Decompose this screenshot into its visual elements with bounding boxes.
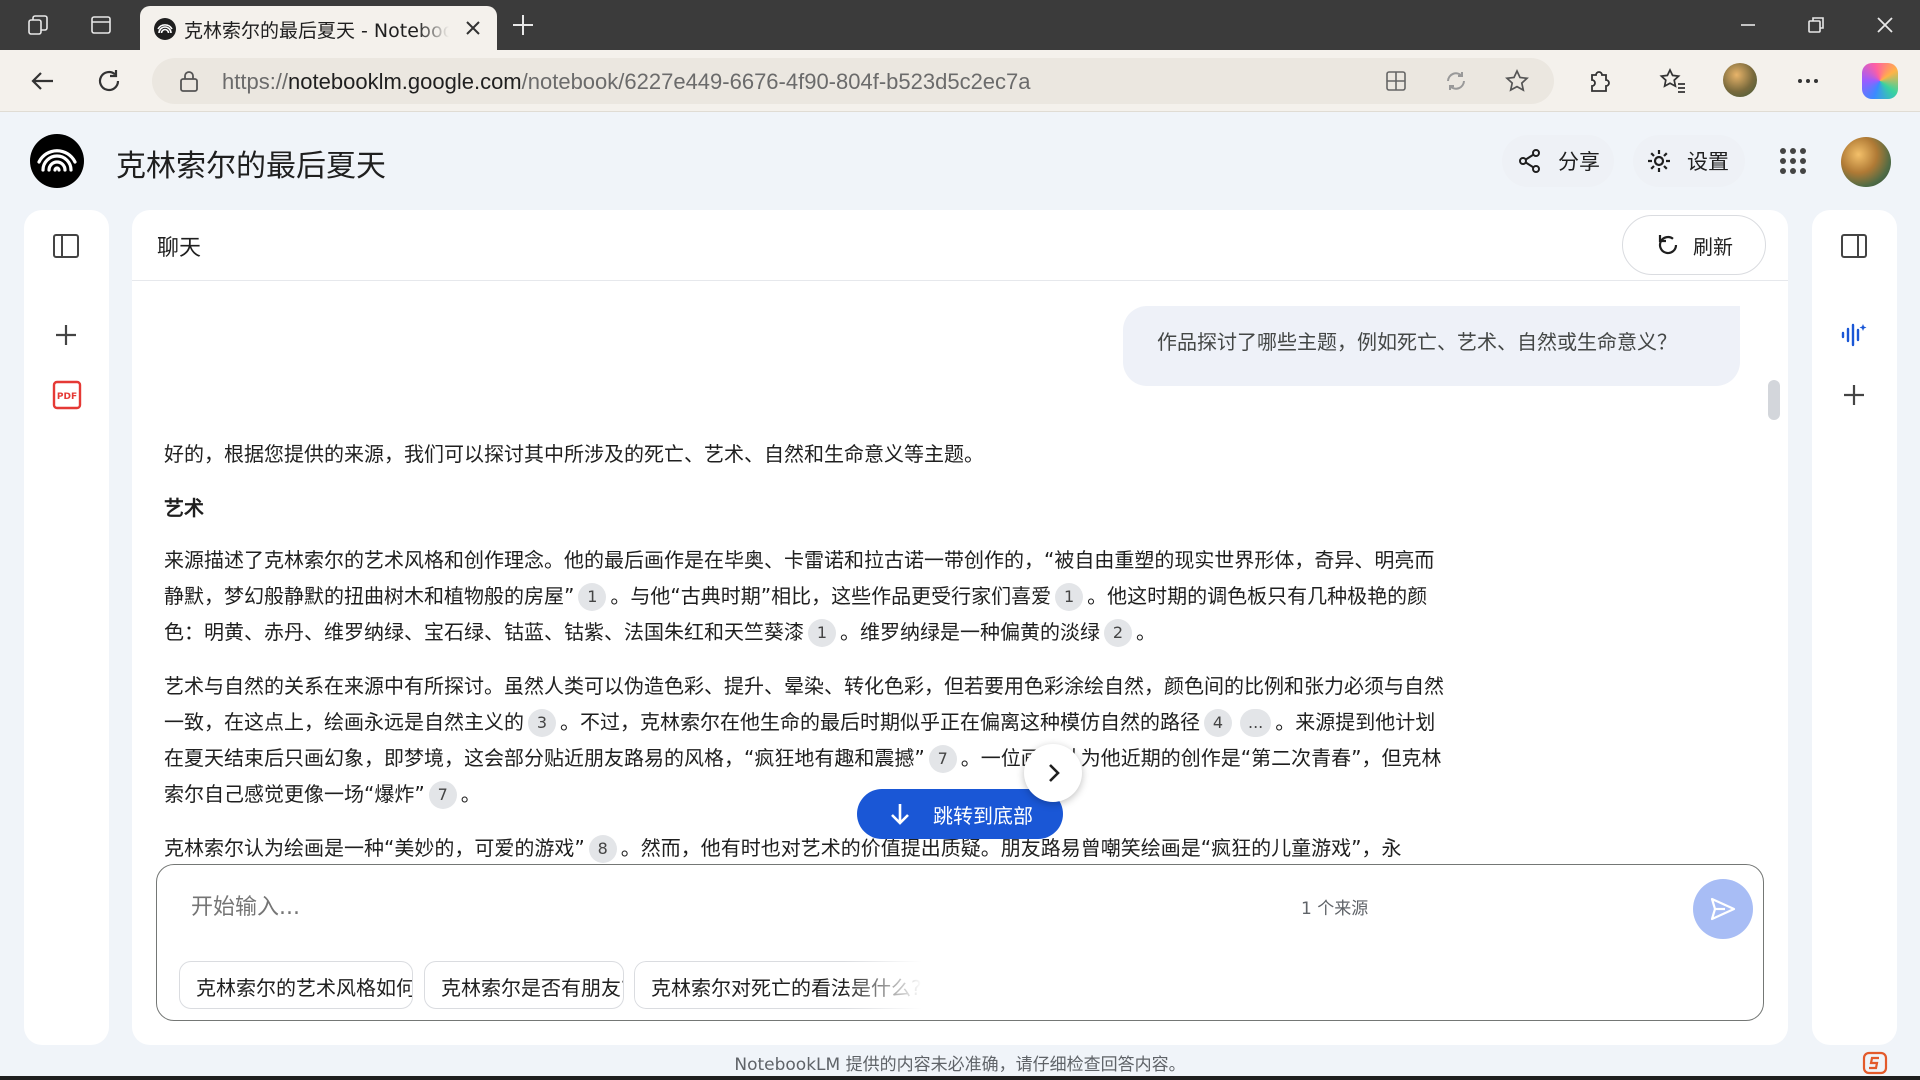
citation-chip[interactable]: 4 (1204, 709, 1232, 737)
settings-label: 设置 (1687, 150, 1729, 174)
taskbar-edge (0, 1076, 1920, 1080)
refresh-label: 刷新 (1693, 234, 1733, 259)
extensions-icon[interactable] (1584, 66, 1614, 96)
share-button[interactable]: 分享 (1502, 135, 1614, 187)
chevron-right-icon (1040, 760, 1066, 786)
citation-chip[interactable]: 8 (588, 835, 617, 863)
chat-scrollbar[interactable] (1768, 380, 1780, 420)
chat-panel: 聊天 刷新 作品探讨了哪些主题，例如死亡、艺术、自然或生命意义？ 好的，根据您提… (132, 210, 1788, 1045)
studio-panel (1812, 210, 1897, 1045)
tab-notebooklm[interactable]: 克林索尔的最后夏天 - NotebookLM (140, 6, 497, 51)
close-window-icon[interactable] (1874, 14, 1896, 36)
citation-chip[interactable]: 7 (428, 781, 457, 809)
answer-heading-art: 艺术 (164, 496, 204, 520)
jump-to-bottom-button[interactable]: 跳转到底部 (857, 789, 1063, 839)
user-question-text: 作品探讨了哪些主题，例如死亡、艺术、自然或生命意义？ (1157, 330, 1677, 354)
new-tab-icon[interactable] (510, 12, 536, 38)
answer-paragraph: 克林索尔认为绘画是一种“美妙的，可爱的游戏” 8 。然而，他有时也对艺术的价值提出质… (164, 830, 1444, 866)
minimize-icon[interactable] (1737, 14, 1759, 36)
address-bar[interactable]: https://notebooklm.google.com/notebook/6… (152, 58, 1554, 104)
back-icon[interactable] (28, 66, 58, 96)
citation-chip[interactable]: 1 (1055, 583, 1084, 611)
toggle-studio-panel-icon[interactable] (1839, 231, 1869, 261)
citation-chip[interactable]: 1 (578, 583, 607, 611)
jump-to-bottom-label: 跳转到底部 (933, 803, 1033, 828)
audio-overview-icon[interactable] (1839, 320, 1869, 350)
arrow-down-icon (887, 801, 913, 827)
citation-chip[interactable]: 7 (928, 745, 957, 773)
apps-grid-icon[interactable] (1778, 146, 1808, 176)
gear-icon (1645, 147, 1673, 175)
workspaces-icon[interactable] (26, 13, 50, 37)
suggestion-chip[interactable]: 克林索尔的艺术风格如何? (179, 961, 413, 1009)
next-suggestions-button[interactable] (1024, 744, 1082, 802)
share-icon (1516, 147, 1544, 175)
notebooklm-logo-icon[interactable] (30, 134, 84, 188)
refresh-button[interactable]: 刷新 (1622, 215, 1766, 275)
answer-paragraph: 艺术与自然的关系在来源中有所探讨。虽然人类可以伪造色彩、提升、晕染、转化色彩，但… (164, 668, 1444, 812)
reload-icon[interactable] (94, 66, 124, 96)
toggle-sources-panel-icon[interactable] (51, 231, 81, 261)
send-button[interactable] (1693, 879, 1753, 939)
restore-icon[interactable] (1805, 14, 1827, 36)
more-options-icon[interactable] (1793, 66, 1823, 96)
refresh-icon (1655, 232, 1681, 258)
citation-chip[interactable]: 3 (528, 709, 556, 737)
notebooklm-favicon (154, 18, 176, 40)
split-screen-icon[interactable] (1384, 69, 1408, 93)
tab-actions-icon[interactable] (89, 13, 113, 37)
chat-divider (132, 280, 1788, 281)
add-note-icon[interactable] (1839, 380, 1869, 410)
account-avatar[interactable] (1841, 137, 1891, 187)
favorites-icon[interactable] (1658, 66, 1688, 96)
chat-input[interactable]: 开始输入... (191, 889, 300, 921)
answer-paragraph: 来源描述了克林索尔的艺术风格和创作理念。他的最后画作是在毕奥、卡雷诺和拉古诺一带… (164, 542, 1444, 650)
answer-intro: 好的，根据您提供的来源，我们可以探讨其中所涉及的死亡、艺术、自然和生命意义等主题… (164, 442, 984, 466)
browser-tab-bar: 克林索尔的最后夏天 - NotebookLM (0, 0, 1920, 51)
input-method-icon[interactable] (1862, 1050, 1888, 1076)
copilot-icon[interactable] (1862, 63, 1898, 99)
sources-panel: PDF (24, 210, 109, 1045)
source-count: 1 个来源 (1301, 899, 1369, 919)
suggested-questions: 克林索尔的艺术风格如何? 克林索尔是否有朋友? 克林索尔对死亡的看法是什么? (179, 961, 1059, 1011)
browser-toolbar: https://notebooklm.google.com/notebook/6… (0, 50, 1920, 112)
browser-profile-avatar[interactable] (1723, 63, 1757, 97)
share-label: 分享 (1558, 150, 1600, 174)
url-text: https://notebooklm.google.com/notebook/6… (222, 69, 1031, 94)
sync-icon[interactable] (1444, 69, 1468, 93)
close-tab-icon[interactable] (463, 18, 483, 38)
add-source-icon[interactable] (51, 320, 81, 350)
pdf-source-icon[interactable]: PDF (52, 380, 82, 410)
citation-chip[interactable]: 2 (1104, 619, 1132, 647)
suggestion-chip[interactable]: 克林索尔对死亡的看法是什么? (634, 961, 934, 1009)
user-message: 作品探讨了哪些主题，例如死亡、艺术、自然或生命意义？ (1123, 306, 1740, 386)
citation-chip[interactable]: 1 (808, 619, 836, 647)
tab-title: 克林索尔的最后夏天 - NotebookLM (184, 20, 449, 42)
chat-title: 聊天 (157, 236, 202, 261)
lock-icon[interactable] (178, 69, 200, 93)
chat-composer: 开始输入... 1 个来源 克林索尔的艺术风格如何? 克林索尔是否有朋友? 克林… (156, 864, 1764, 1021)
send-icon (1709, 895, 1737, 923)
suggestion-chip[interactable]: 克林索尔是否有朋友? (424, 961, 624, 1009)
favorite-star-icon[interactable] (1504, 68, 1530, 94)
disclaimer-text: NotebookLM 提供的内容未必准确，请仔细检查回答内容。 (734, 1055, 1186, 1075)
svg-text:PDF: PDF (57, 392, 77, 402)
settings-button[interactable]: 设置 (1633, 135, 1745, 187)
citation-more-chip[interactable]: ... (1240, 709, 1272, 737)
assistant-answer: 好的，根据您提供的来源，我们可以探讨其中所涉及的死亡、艺术、自然和生命意义等主题… (164, 436, 1444, 884)
notebook-title[interactable]: 克林索尔的最后夏天 (116, 141, 386, 185)
